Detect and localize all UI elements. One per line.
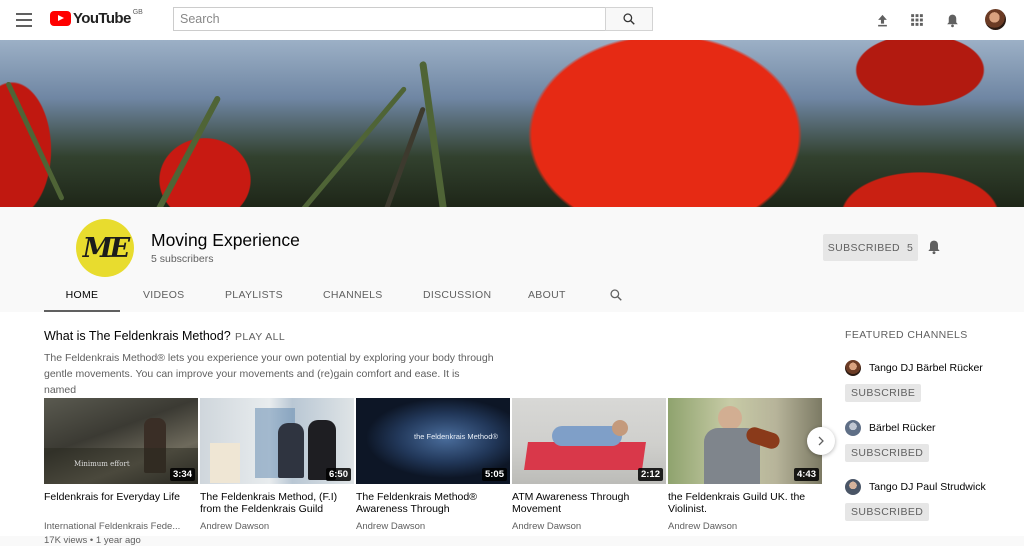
section-title[interactable]: What is The Feldenkrais Method?: [44, 329, 231, 343]
video-thumbnail[interactable]: 4:43: [668, 398, 822, 484]
video-title[interactable]: The Feldenkrais Method, (F.I) from the F…: [200, 492, 354, 515]
featured-channel-avatar[interactable]: [845, 360, 861, 376]
search-bar: [173, 7, 653, 31]
menu-icon[interactable]: [16, 13, 32, 27]
chevron-right-icon: [818, 436, 824, 446]
featured-channel-avatar[interactable]: [845, 420, 861, 436]
video-duration: 5:05: [481, 468, 507, 481]
subscribe-button[interactable]: SUBSCRIBE: [845, 384, 922, 402]
search-icon: [610, 289, 622, 301]
bell-icon: [946, 14, 958, 27]
apps-button[interactable]: [907, 10, 927, 30]
channel-search-button[interactable]: [609, 282, 623, 312]
featured-channel-item: Tango DJ Bärbel Rücker SUBSCRIBE: [845, 360, 1015, 402]
play-all-button[interactable]: PLAY ALL: [235, 331, 285, 343]
search-icon: [623, 13, 635, 25]
channel-header: ME Moving Experience 5 subscribers SUBSC…: [0, 207, 1024, 312]
video-title[interactable]: ATM Awareness Through Movement: [512, 492, 666, 515]
video-thumbnail[interactable]: 2:12: [512, 398, 666, 484]
youtube-logo[interactable]: YouTube GB: [50, 9, 143, 27]
featured-channel-item: Bärbel Rücker SUBSCRIBED: [845, 420, 1015, 462]
featured-channel-item: Tango DJ Paul Strudwick SUBSCRIBED: [845, 479, 1015, 521]
subscribed-label: SUBSCRIBED: [827, 241, 900, 254]
video-title[interactable]: The Feldenkrais Method® Awareness Throug…: [356, 492, 510, 515]
top-bar: YouTube GB: [0, 0, 1024, 40]
video-thumbnail[interactable]: Minimum effort 3:34: [44, 398, 198, 484]
featured-channels-title: FEATURED CHANNELS: [845, 329, 968, 341]
video-channel[interactable]: Andrew Dawson: [668, 521, 822, 532]
apps-grid-icon: [911, 14, 923, 26]
user-avatar[interactable]: [985, 9, 1006, 30]
tab-videos[interactable]: VIDEOS: [143, 282, 184, 312]
tab-discussion[interactable]: DISCUSSION: [423, 282, 491, 312]
tab-home[interactable]: HOME: [44, 282, 120, 312]
search-button[interactable]: [605, 7, 653, 31]
video-title[interactable]: Feldenkrais for Everyday Life: [44, 492, 198, 515]
notifications-button[interactable]: [942, 10, 962, 30]
video-thumbnail[interactable]: 6:50: [200, 398, 354, 484]
thumbnail-overlay-text: Minimum effort: [74, 460, 130, 468]
video-card[interactable]: 2:12 ATM Awareness Through Movement Andr…: [512, 398, 666, 532]
subscribed-button[interactable]: SUBSCRIBED: [845, 444, 930, 462]
video-duration: 3:34: [169, 468, 195, 481]
video-channel[interactable]: Andrew Dawson: [200, 521, 354, 532]
subscribed-button[interactable]: SUBSCRIBED 5: [823, 234, 918, 261]
tab-playlists[interactable]: PLAYLISTS: [225, 282, 283, 312]
video-card[interactable]: the Feldenkrais Method® 5:05 The Feldenk…: [356, 398, 510, 532]
tab-about[interactable]: ABOUT: [528, 282, 566, 312]
video-title[interactable]: the Feldenkrais Guild UK. the Violinist.: [668, 492, 822, 515]
video-thumbnail[interactable]: the Feldenkrais Method® 5:05: [356, 398, 510, 484]
video-duration: 6:50: [325, 468, 351, 481]
upload-button[interactable]: [872, 10, 892, 30]
channel-banner: [0, 40, 1024, 207]
notification-bell-button[interactable]: [926, 239, 944, 257]
description-line: gentle movements. You can improve your m…: [44, 368, 460, 396]
featured-channel-name[interactable]: Tango DJ Bärbel Rücker: [869, 362, 1009, 374]
channel-avatar[interactable]: ME: [76, 219, 134, 277]
subscribed-count: 5: [907, 241, 914, 254]
video-meta: 17K views • 1 year ago: [44, 535, 141, 546]
logo-text: YouTube: [73, 10, 131, 27]
bell-icon: [928, 240, 940, 255]
next-videos-button[interactable]: [807, 427, 835, 455]
tab-channels[interactable]: CHANNELS: [323, 282, 383, 312]
featured-channel-avatar[interactable]: [845, 479, 861, 495]
section-description: The Feldenkrais Method® lets you experie…: [44, 350, 494, 398]
description-line: The Feldenkrais Method® lets you experie…: [44, 352, 494, 364]
video-duration: 4:43: [793, 468, 819, 481]
search-input[interactable]: [173, 7, 605, 31]
featured-channel-name[interactable]: Tango DJ Paul Strudwick: [869, 481, 1009, 493]
video-channel[interactable]: Andrew Dawson: [512, 521, 666, 532]
featured-channel-name[interactable]: Bärbel Rücker: [869, 422, 1009, 434]
logo-region: GB: [132, 9, 143, 16]
video-channel[interactable]: International Feldenkrais Fede...: [44, 521, 198, 532]
home-content: What is The Feldenkrais Method? PLAY ALL…: [0, 312, 1024, 546]
video-channel[interactable]: Andrew Dawson: [356, 521, 510, 532]
thumbnail-overlay-text: the Feldenkrais Method®: [414, 432, 498, 441]
video-card[interactable]: 4:43 the Feldenkrais Guild UK. the Violi…: [668, 398, 822, 532]
upload-icon: [877, 14, 887, 26]
video-duration: 2:12: [637, 468, 663, 481]
subscribed-button[interactable]: SUBSCRIBED: [845, 503, 930, 521]
channel-title: Moving Experience: [151, 230, 300, 250]
channel-subscriber-count: 5 subscribers: [151, 253, 214, 265]
play-logo-icon: [50, 11, 71, 26]
video-card[interactable]: Minimum effort 3:34 Feldenkrais for Ever…: [44, 398, 198, 546]
video-card[interactable]: 6:50 The Feldenkrais Method, (F.I) from …: [200, 398, 354, 532]
